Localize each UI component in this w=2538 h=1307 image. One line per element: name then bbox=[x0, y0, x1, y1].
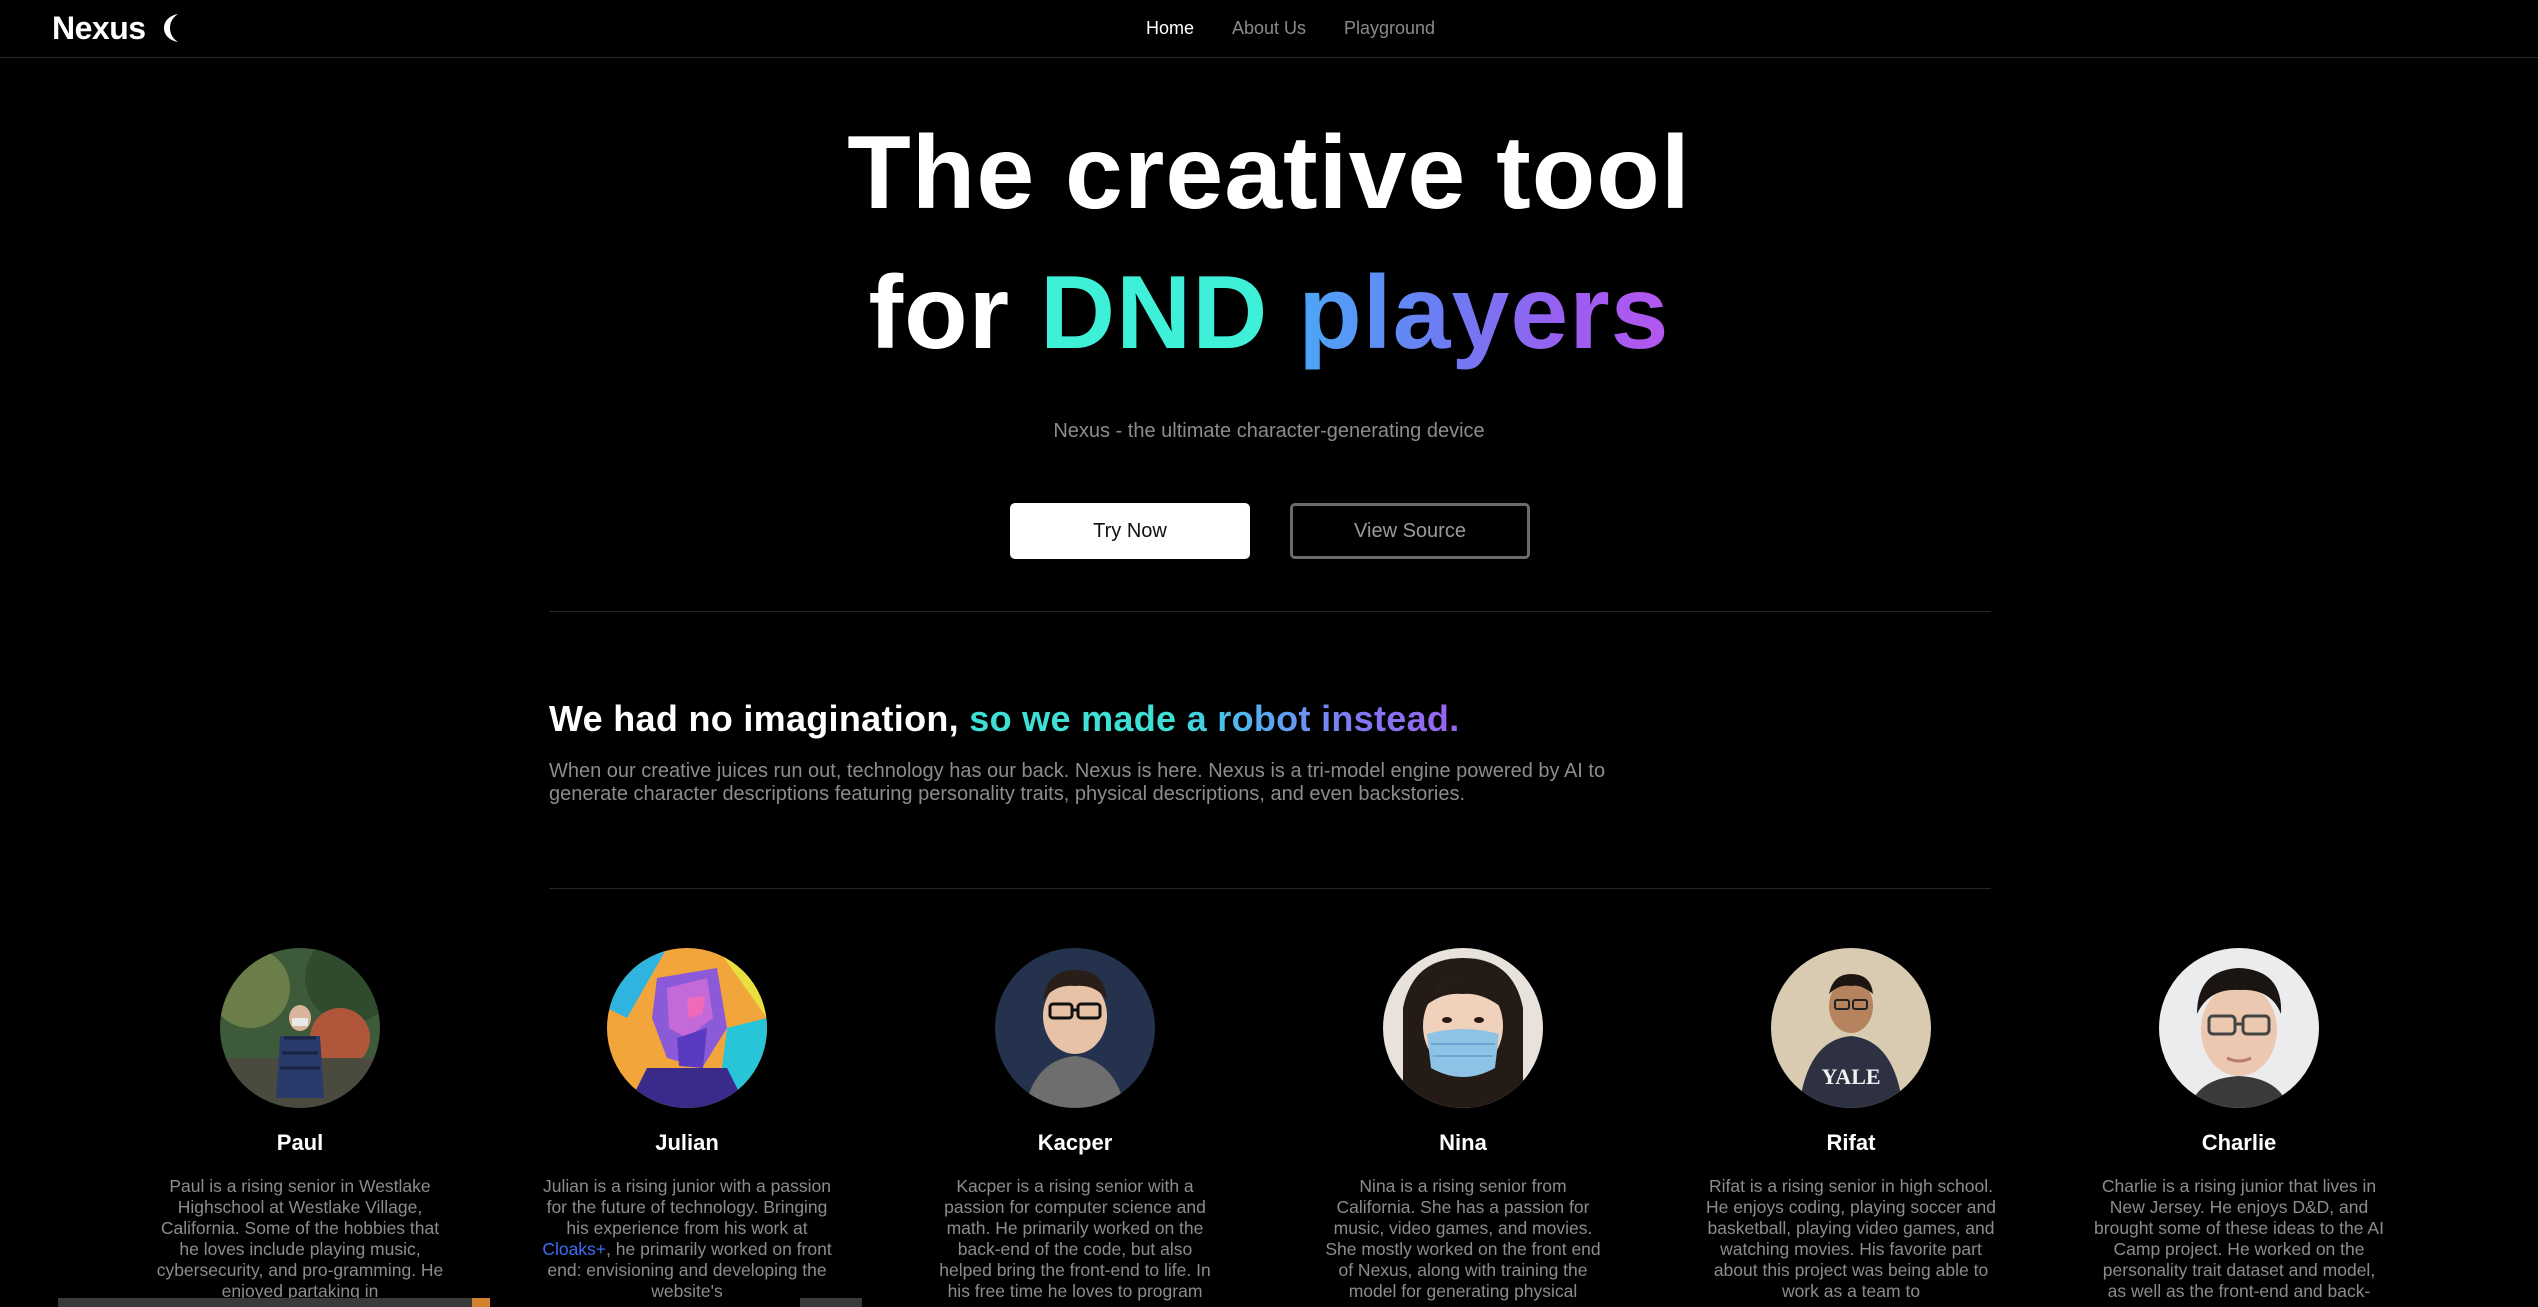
member-name: Charlie bbox=[2201, 1130, 2277, 1155]
about-heading-white: We had no imagination, bbox=[549, 698, 959, 739]
hero-title-for: for bbox=[868, 255, 1011, 371]
member-name: Paul bbox=[276, 1130, 324, 1155]
nav-link-home[interactable]: Home bbox=[1146, 17, 1194, 39]
member-name: Nina bbox=[1439, 1130, 1487, 1155]
section-divider bbox=[549, 888, 1991, 889]
nav-link-about-us[interactable]: About Us bbox=[1232, 17, 1306, 39]
nav-link-playground[interactable]: Playground bbox=[1344, 17, 1435, 39]
avatar bbox=[2159, 948, 2319, 1108]
avatar: YALE bbox=[1771, 948, 1931, 1108]
team-member-card: Kacper Kacper is a rising senior with a … bbox=[930, 948, 1220, 1302]
avatar bbox=[1383, 948, 1543, 1108]
avatar bbox=[220, 948, 380, 1108]
member-bio: Rifat is a rising senior in high school.… bbox=[1706, 1176, 1996, 1301]
about-heading-gradient-2: a robot instead. bbox=[1186, 698, 1460, 739]
member-bio: Nina is a rising senior from California.… bbox=[1325, 1176, 1601, 1301]
hero-title-line-2: for DND players bbox=[0, 253, 2538, 373]
bottom-partial-bar bbox=[58, 1298, 488, 1307]
hero-subtitle: Nexus - the ultimate character-generatin… bbox=[1053, 420, 1485, 442]
about-description: When our creative juices run out, techno… bbox=[549, 760, 1606, 805]
team-member-card: Julian Julian is a rising junior with a … bbox=[542, 948, 832, 1302]
hero-title-dnd: DND bbox=[1040, 255, 1269, 371]
team-member-card: YALE Rifat Rifat is a rising senior in h… bbox=[1706, 948, 1996, 1302]
team-member-card: Charlie Charlie is a rising junior that … bbox=[2094, 948, 2384, 1302]
member-bio: Paul is a rising senior in Westlake High… bbox=[156, 1176, 444, 1301]
avatar bbox=[995, 948, 1155, 1108]
member-name: Kacper bbox=[1037, 1130, 1113, 1155]
member-name: Julian bbox=[655, 1130, 719, 1155]
section-divider bbox=[549, 611, 1991, 612]
hero-title-line-1: The creative tool bbox=[847, 115, 1691, 231]
about-heading: We had no imagination, so we made a robo… bbox=[549, 697, 1460, 741]
hero-title-players: players bbox=[1298, 255, 1670, 371]
avatar bbox=[607, 948, 767, 1108]
cloaks-link[interactable]: Cloaks+ bbox=[542, 1239, 606, 1259]
bottom-partial-accent bbox=[472, 1298, 490, 1307]
team-section: Paul Paul is a rising senior in Westlake… bbox=[0, 948, 2538, 1307]
try-now-button[interactable]: Try Now bbox=[1010, 503, 1250, 559]
member-name: Rifat bbox=[1826, 1130, 1876, 1155]
top-navbar: Nexus Home About Us Playground bbox=[0, 0, 2538, 58]
team-member-card: Nina Nina is a rising senior from Califo… bbox=[1318, 948, 1608, 1302]
member-bio: Charlie is a rising junior that lives in… bbox=[2094, 1176, 2384, 1301]
about-heading-gradient-1: so we made bbox=[969, 698, 1177, 739]
view-source-button[interactable]: View Source bbox=[1290, 503, 1530, 559]
nav-links: Home About Us Playground bbox=[0, 0, 2538, 58]
member-bio-text: Julian is a rising junior with a passion… bbox=[543, 1176, 831, 1238]
member-bio: Kacper is a rising senior with a passion… bbox=[939, 1176, 1211, 1301]
bottom-partial-bar bbox=[800, 1298, 862, 1307]
team-member-card: Paul Paul is a rising senior in Westlake… bbox=[155, 948, 445, 1302]
svg-text:YALE: YALE bbox=[1821, 1064, 1880, 1089]
member-bio: Julian is a rising junior with a passion… bbox=[542, 1176, 832, 1302]
